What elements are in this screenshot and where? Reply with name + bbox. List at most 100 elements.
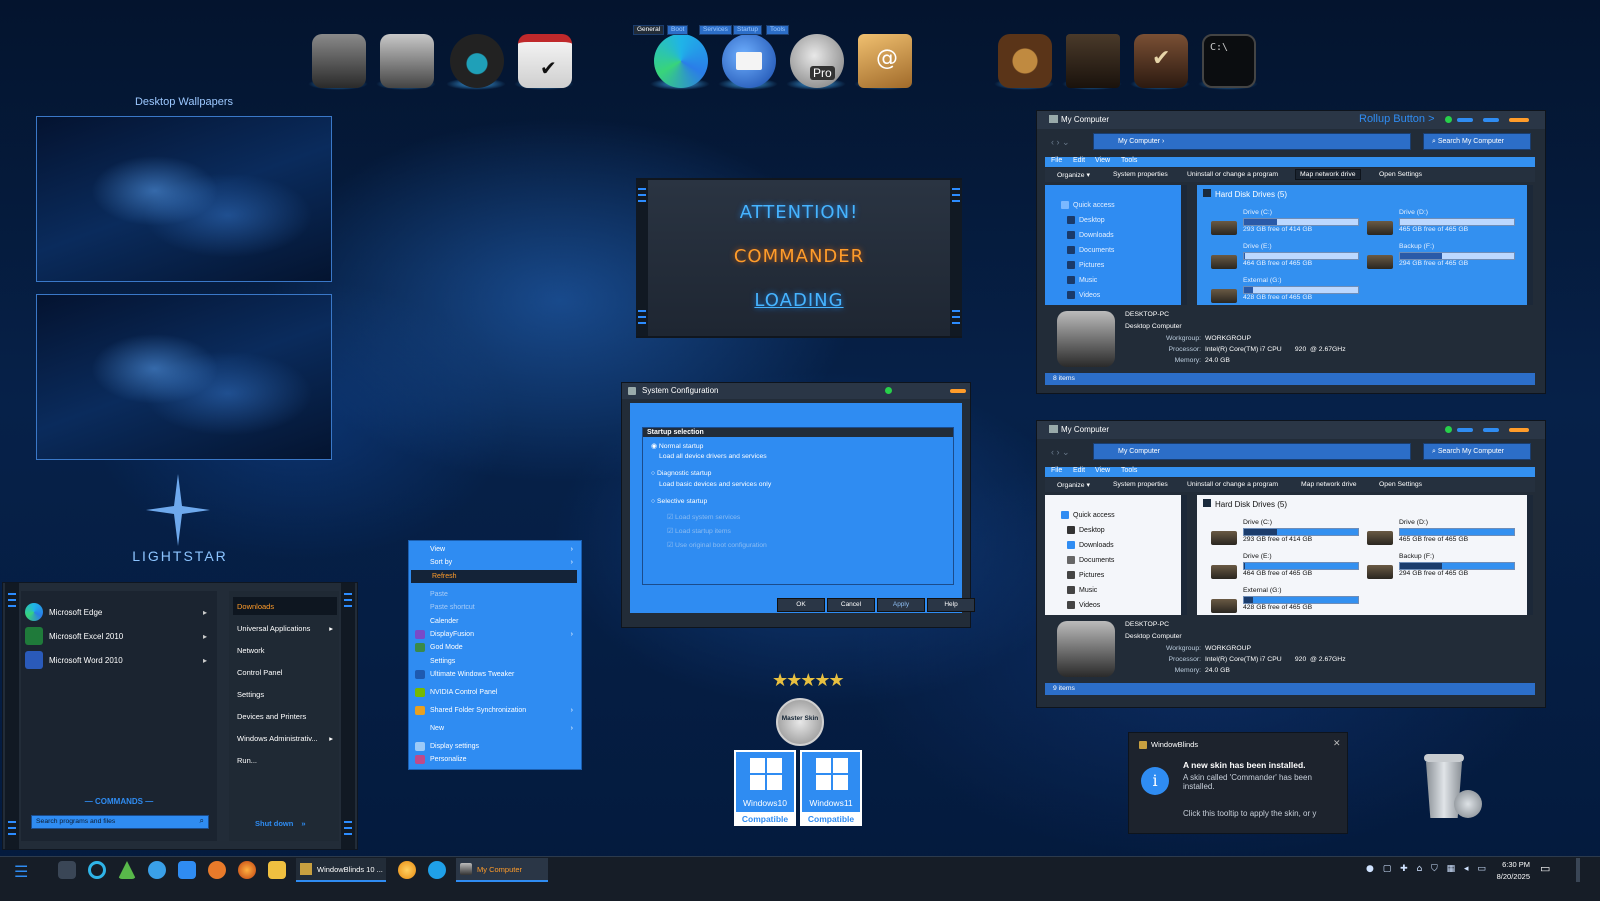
nav-videos[interactable]: Videos bbox=[1067, 289, 1100, 301]
system-properties-button[interactable]: System properties bbox=[1113, 481, 1168, 488]
search-box[interactable]: ⌕ Search My Computer bbox=[1423, 133, 1531, 150]
address-bar[interactable]: My Computer bbox=[1093, 443, 1411, 460]
menu-item-paste[interactable]: Paste bbox=[409, 588, 579, 601]
start-place-control-panel[interactable]: Control Panel bbox=[233, 663, 337, 681]
uninstall-program-button[interactable]: Uninstall or change a program bbox=[1187, 481, 1278, 488]
uninstall-program-button[interactable]: Uninstall or change a program bbox=[1187, 171, 1278, 178]
selective-startup-radio[interactable]: ○ Selective startup bbox=[651, 498, 707, 505]
menu-item-personalize[interactable]: Personalize bbox=[409, 753, 579, 766]
menu-item-view[interactable]: View › bbox=[409, 543, 579, 556]
start-place-run[interactable]: Run... bbox=[233, 751, 337, 769]
content-scrollbar[interactable] bbox=[1527, 495, 1533, 615]
check-list-icon[interactable]: ✔ bbox=[1134, 34, 1188, 88]
nav-documents[interactable]: Documents bbox=[1067, 554, 1114, 566]
start-place-downloads[interactable]: Downloads bbox=[233, 597, 337, 615]
menu-item-displayfusion[interactable]: DisplayFusion › bbox=[409, 628, 579, 641]
menu-tools[interactable]: Tools bbox=[1121, 157, 1137, 164]
cortana-icon[interactable] bbox=[88, 861, 106, 879]
nav-quick-access[interactable]: Quick access bbox=[1061, 509, 1115, 521]
boot-config-checkbox[interactable]: ☑ Use original boot configuration bbox=[667, 541, 767, 549]
drive-e[interactable]: Drive (E:) 464 GB free of 465 GB bbox=[1211, 553, 1359, 585]
edge-icon[interactable] bbox=[654, 34, 708, 88]
pro-icon[interactable]: Pro bbox=[790, 34, 844, 88]
open-settings-button[interactable]: Open Settings bbox=[1379, 171, 1422, 178]
shutdown-button[interactable]: Shut down » bbox=[255, 819, 306, 828]
start-item-word[interactable]: Microsoft Word 2010 ▸ bbox=[25, 649, 213, 671]
menu-item-tweaker[interactable]: Ultimate Windows Tweaker bbox=[409, 668, 579, 681]
wifi-app-icon[interactable] bbox=[450, 34, 504, 88]
maximize-button[interactable] bbox=[1483, 428, 1499, 432]
menu-item-display-settings[interactable]: Display settings bbox=[409, 740, 579, 753]
recycle-bin-icon[interactable] bbox=[1418, 750, 1482, 822]
nav-quick-access[interactable]: Quick access bbox=[1061, 199, 1115, 211]
close-button[interactable] bbox=[950, 389, 966, 393]
drive-f[interactable]: Backup (F:) 294 GB free of 465 GB bbox=[1367, 243, 1515, 275]
menu-item-shared-folder-sync[interactable]: Shared Folder Synchronization › bbox=[409, 704, 579, 717]
gear-icon[interactable] bbox=[998, 34, 1052, 88]
command-prompt-icon[interactable]: C:\ bbox=[1202, 34, 1256, 88]
organize-button[interactable]: Organize ▾ bbox=[1057, 481, 1090, 489]
close-icon[interactable]: ✕ bbox=[1333, 738, 1341, 749]
nav-videos[interactable]: Videos bbox=[1067, 599, 1100, 611]
nav-music[interactable]: Music bbox=[1067, 274, 1097, 286]
menu-item-new[interactable]: New › bbox=[409, 722, 579, 735]
nav-arrows-icon[interactable]: ‹ › ⌄ bbox=[1051, 447, 1070, 458]
nav-desktop[interactable]: Desktop bbox=[1067, 524, 1105, 536]
firefox-icon[interactable] bbox=[238, 861, 256, 879]
tab-startup[interactable]: Startup bbox=[733, 25, 762, 35]
drive-g[interactable]: External (G:) 428 GB free of 465 GB bbox=[1211, 587, 1359, 619]
nav-arrows-icon[interactable]: ‹ › ⌄ bbox=[1051, 137, 1070, 148]
action-center-icon[interactable]: ▭ bbox=[1540, 862, 1550, 875]
load-services-checkbox[interactable]: ☑ Load system services bbox=[667, 513, 740, 521]
start-place-settings[interactable]: Settings bbox=[233, 685, 337, 703]
media-icon[interactable] bbox=[268, 861, 286, 879]
nav-music[interactable]: Music bbox=[1067, 584, 1097, 596]
menu-item-god-mode[interactable]: God Mode bbox=[409, 641, 579, 654]
drive-d[interactable]: Drive (D:) 465 GB free of 465 GB bbox=[1367, 519, 1515, 551]
start-menu-icon[interactable]: ☰ bbox=[14, 862, 28, 882]
wallpaper-thumbnail[interactable] bbox=[36, 116, 332, 282]
drive-c[interactable]: Drive (C:) 293 GB free of 414 GB bbox=[1211, 519, 1359, 551]
nav-desktop[interactable]: Desktop bbox=[1067, 214, 1105, 226]
menu-view[interactable]: View bbox=[1095, 157, 1110, 164]
load-startup-checkbox[interactable]: ☑ Load startup items bbox=[667, 527, 731, 535]
menu-file[interactable]: File bbox=[1051, 467, 1062, 474]
help-button[interactable]: Help bbox=[927, 598, 975, 612]
organize-button[interactable]: Organize ▾ bbox=[1057, 171, 1090, 179]
taskbar-button-my-computer[interactable]: My Computer bbox=[456, 858, 548, 882]
weather-icon[interactable] bbox=[398, 861, 416, 879]
normal-startup-radio[interactable]: ◉ Normal startup bbox=[651, 442, 703, 450]
title-bar[interactable]: My Computer bbox=[1037, 421, 1545, 439]
menu-item-refresh[interactable]: Refresh bbox=[411, 570, 577, 583]
clock-date[interactable]: 8/20/2025 bbox=[1484, 872, 1530, 881]
mail-icon[interactable] bbox=[722, 34, 776, 88]
nav-scrollbar[interactable] bbox=[1181, 185, 1187, 305]
rollup-button-label[interactable]: Rollup Button > bbox=[1359, 113, 1435, 125]
menu-edit[interactable]: Edit bbox=[1073, 467, 1085, 474]
gear-app-icon[interactable] bbox=[208, 861, 226, 879]
minimize-button[interactable] bbox=[1457, 428, 1473, 432]
tab-services[interactable]: Services bbox=[699, 25, 732, 35]
title-bar[interactable]: My Computer Rollup Button > bbox=[1037, 111, 1545, 129]
stack-app-icon[interactable] bbox=[178, 861, 196, 879]
maximize-button[interactable] bbox=[1483, 118, 1499, 122]
start-place-devices[interactable]: Devices and Printers bbox=[233, 707, 337, 725]
map-network-drive-button[interactable]: Map network drive bbox=[1301, 481, 1357, 488]
nav-pictures[interactable]: Pictures bbox=[1067, 569, 1104, 581]
system-tray-icons[interactable]: ● ▢ ✚ ⌂ ⛉ ▦ ◂ ▭ bbox=[1366, 864, 1489, 874]
nav-pictures[interactable]: Pictures bbox=[1067, 259, 1104, 271]
menu-item-calender[interactable]: Calender bbox=[409, 615, 579, 628]
book-icon[interactable] bbox=[1066, 34, 1120, 88]
tab-tools[interactable]: Tools bbox=[766, 25, 790, 35]
drive-c[interactable]: Drive (C:) 293 GB free of 414 GB bbox=[1211, 209, 1359, 241]
menu-file[interactable]: File bbox=[1051, 157, 1062, 164]
ok-button[interactable]: OK bbox=[777, 598, 825, 612]
menu-tools[interactable]: Tools bbox=[1121, 467, 1137, 474]
start-item-excel[interactable]: Microsoft Excel 2010 ▸ bbox=[25, 625, 213, 647]
start-search-input[interactable]: Search programs and files ⌕ bbox=[31, 815, 209, 829]
minimize-button[interactable] bbox=[1457, 118, 1473, 122]
search-box[interactable]: ⌕ Search My Computer bbox=[1423, 443, 1531, 460]
skype-icon[interactable] bbox=[428, 861, 446, 879]
nav-documents[interactable]: Documents bbox=[1067, 244, 1114, 256]
address-bar[interactable]: My Computer › bbox=[1093, 133, 1411, 150]
